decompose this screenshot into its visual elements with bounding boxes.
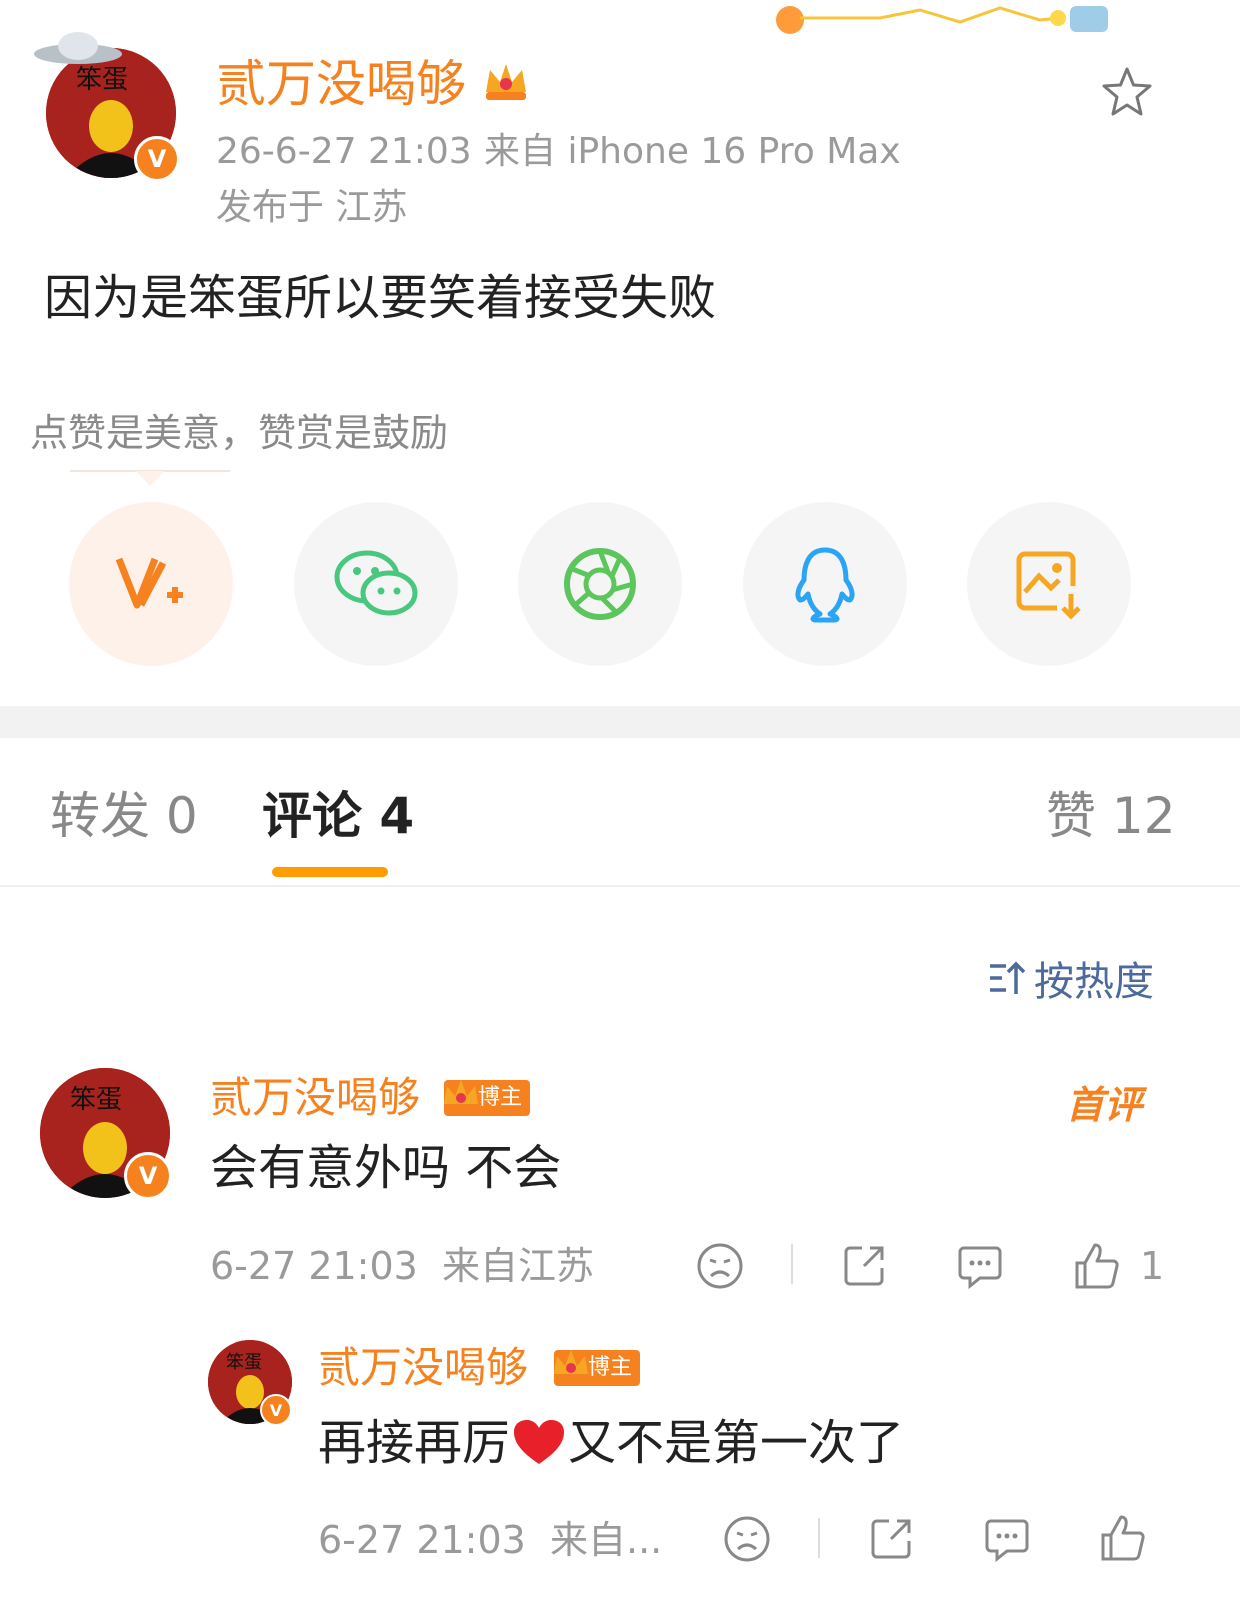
qq-icon: [795, 547, 855, 623]
reply-text-part-1: 再接再厉: [318, 1415, 511, 1471]
reward-prompt-pointer: [70, 470, 230, 490]
reply-text-part-2: 又不是第一次了: [568, 1415, 905, 1471]
section-divider: [0, 706, 1240, 738]
verified-badge-icon: V: [124, 1152, 172, 1200]
sort-button[interactable]: 按热度: [988, 954, 1154, 1005]
svg-text:笨蛋: 笨蛋: [70, 1085, 122, 1115]
comment-bubble-icon: [985, 1519, 1029, 1563]
save-image-button[interactable]: [967, 502, 1131, 666]
comment-author-name[interactable]: 贰万没喝够: [210, 1072, 420, 1124]
thumbs-up-icon: [1101, 1515, 1145, 1561]
moments-icon: [564, 548, 636, 620]
verified-badge-icon: V: [134, 136, 180, 182]
comment-dislike-button[interactable]: [694, 1240, 746, 1292]
sad-face-icon: [724, 1516, 770, 1562]
action-separator: [791, 1244, 793, 1284]
verified-badge-icon: V: [260, 1394, 292, 1426]
weibo-v-plus-icon: [115, 557, 183, 609]
comment-like-button[interactable]: [1068, 1238, 1124, 1294]
sort-label: 按热度: [1034, 959, 1154, 1005]
share-weibo-button[interactable]: [69, 502, 233, 666]
first-comment-label: 首评: [1066, 1083, 1143, 1127]
post-location: 发布于 江苏: [216, 187, 408, 228]
ufo-decoration-icon: [32, 26, 124, 68]
reply-author-name[interactable]: 贰万没喝够: [318, 1342, 528, 1394]
tab-likes[interactable]: 赞 12: [1046, 786, 1176, 846]
reply-reply-button[interactable]: [980, 1512, 1034, 1566]
decorative-banner-streak: [770, 0, 1120, 40]
favorite-star-icon[interactable]: [1098, 64, 1156, 122]
comment-meta: 6-27 21:03 来自江苏: [210, 1244, 594, 1288]
svg-text:笨蛋: 笨蛋: [226, 1352, 262, 1373]
post-content: 因为是笨蛋所以要笑着接受失败: [44, 270, 717, 326]
crown-member-icon: [440, 1074, 482, 1116]
post-device: 来自 iPhone 16 Pro Max: [484, 131, 901, 172]
save-image-icon: [1016, 551, 1081, 620]
share-moments-button[interactable]: [518, 502, 682, 666]
tab-comments[interactable]: 评论 4: [262, 786, 414, 846]
tabs-bottom-border: [0, 885, 1240, 887]
reply-meta: 6-27 21:03 来自...: [318, 1518, 663, 1562]
thumbs-up-icon: [1075, 1243, 1119, 1289]
tab-repost[interactable]: 转发 0: [50, 786, 198, 846]
reply-share-button[interactable]: [864, 1512, 918, 1566]
reward-prompt: 点赞是美意，赞赏是鼓励: [30, 411, 449, 455]
heart-emoji-icon: [514, 1420, 565, 1464]
crown-member-icon: [550, 1344, 592, 1386]
wechat-icon: [334, 550, 418, 616]
comment-bubble-icon: [958, 1246, 1002, 1290]
sort-icon: [990, 961, 1026, 994]
share-arrow-icon: [871, 1519, 911, 1559]
comment-share-button[interactable]: [838, 1240, 890, 1292]
post-author-name[interactable]: 贰万没喝够: [216, 54, 466, 114]
reply-dislike-button[interactable]: [720, 1512, 774, 1566]
tab-active-indicator: [272, 867, 388, 877]
share-arrow-icon: [844, 1246, 884, 1286]
action-separator: [818, 1518, 820, 1558]
share-qq-button[interactable]: [743, 502, 907, 666]
reply-text: 再接再厉 又不是第一次了: [318, 1412, 904, 1474]
sad-face-icon: [697, 1243, 743, 1289]
comment-reply-button[interactable]: [954, 1240, 1006, 1292]
comment-text: 会有意外吗 不会: [210, 1140, 562, 1196]
comment-like-count: 1: [1140, 1244, 1165, 1288]
crown-member-icon: [480, 56, 532, 108]
share-wechat-button[interactable]: [294, 502, 458, 666]
post-timestamp: 26-6-27 21:03: [216, 131, 472, 172]
reply-like-button[interactable]: [1094, 1510, 1150, 1566]
svg-text:笨蛋: 笨蛋: [76, 65, 128, 95]
